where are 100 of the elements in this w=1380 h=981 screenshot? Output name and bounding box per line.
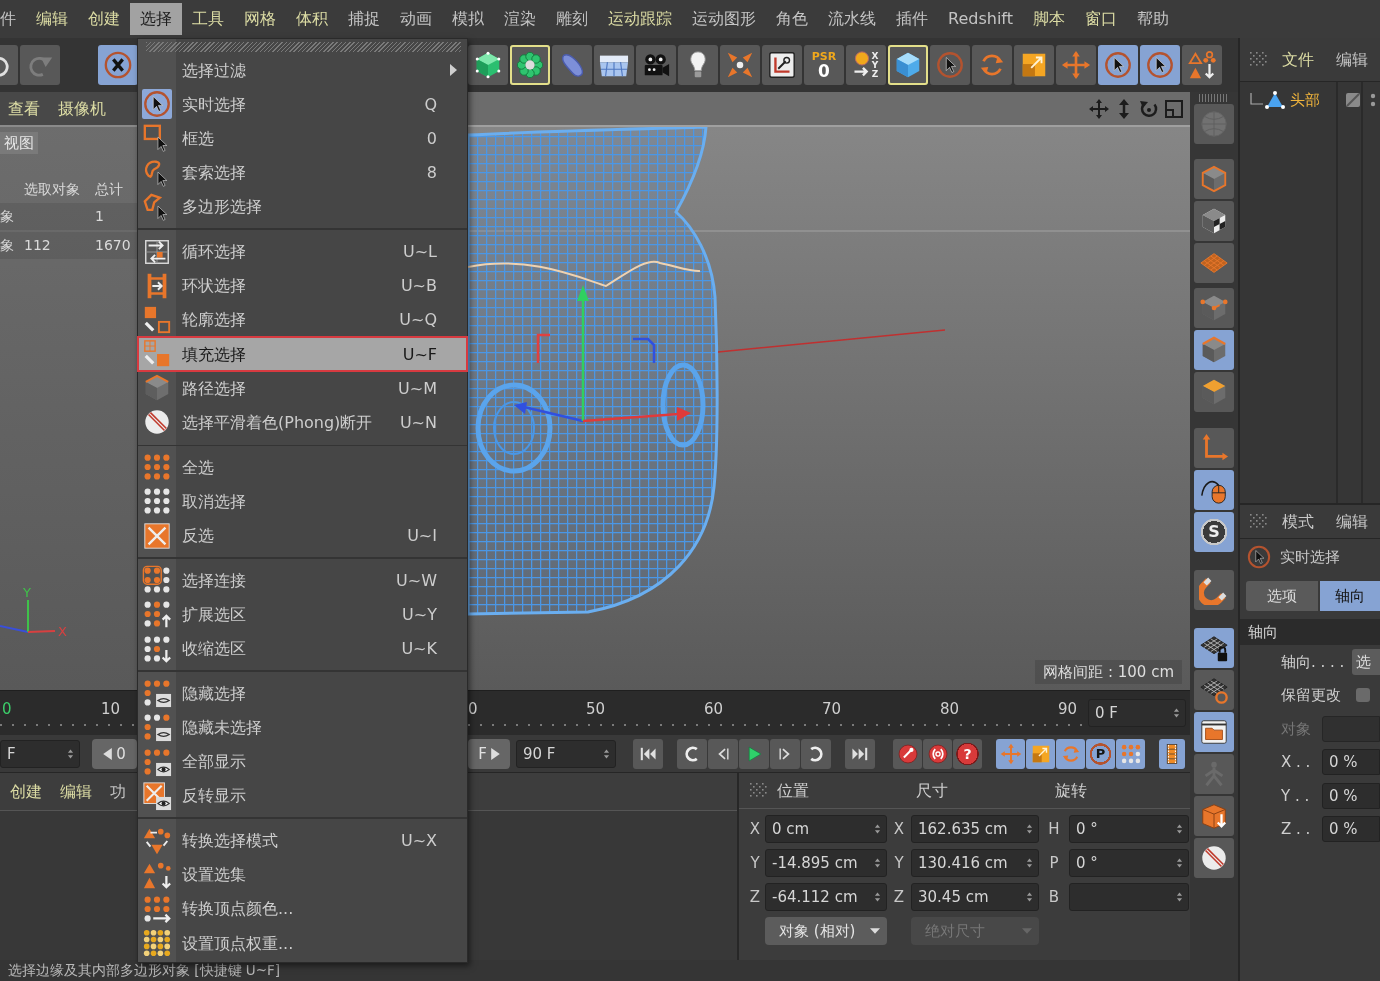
- coordinate-field[interactable]: 130.416 cm: [911, 849, 1039, 877]
- menu-bar-item[interactable]: Redshift: [938, 3, 1023, 35]
- toolbar-button[interactable]: [1116, 738, 1145, 769]
- viewport-menu-item[interactable]: 查看: [8, 98, 40, 119]
- menu-item[interactable]: 转换顶点颜色...: [138, 891, 467, 926]
- tab[interactable]: 选项: [1246, 581, 1318, 611]
- coordinate-field[interactable]: 162.635 cm: [911, 815, 1039, 843]
- menu-item[interactable]: 反选 U~I: [138, 518, 467, 553]
- menu-bar-item[interactable]: 运动跟踪: [598, 3, 682, 35]
- menu-bar-item[interactable]: 编辑: [26, 3, 78, 35]
- menu-item[interactable]: 设置顶点权重...: [138, 926, 467, 961]
- panel-menu-item[interactable]: 编辑: [1336, 49, 1368, 70]
- coordinate-field[interactable]: -14.895 cm: [765, 849, 887, 877]
- menu-bar-item[interactable]: 角色: [766, 3, 818, 35]
- toolbar-button[interactable]: [98, 45, 138, 85]
- tab[interactable]: 轴向: [1320, 581, 1380, 611]
- toolbar-button[interactable]: S: [1194, 512, 1234, 552]
- menu-bar-item[interactable]: 创建: [78, 3, 130, 35]
- menu-bar-item[interactable]: 件: [0, 3, 26, 35]
- toolbar-button[interactable]: [845, 738, 875, 769]
- toolbar-button[interactable]: [594, 45, 634, 85]
- checkbox[interactable]: [1356, 688, 1370, 703]
- menu-item[interactable]: 路径选择 U~M: [138, 371, 467, 406]
- coordinate-field[interactable]: -64.112 cm: [765, 883, 887, 911]
- dropdown[interactable]: 对象 (相对): [765, 917, 887, 945]
- coordinate-field[interactable]: 30.45 cm: [911, 883, 1039, 911]
- previous-frame-button[interactable]: 0: [92, 738, 137, 769]
- end-frame-field[interactable]: 90 F: [516, 739, 616, 768]
- menu-bar-item[interactable]: 捕捉: [338, 3, 390, 35]
- menu-item[interactable]: 循环选择 U~L: [138, 234, 467, 269]
- menu-item[interactable]: 选择连接 U~W: [138, 563, 467, 598]
- menu-item[interactable]: 框选 0: [138, 121, 467, 156]
- menu-bar-item[interactable]: 动画: [390, 3, 442, 35]
- toolbar-button[interactable]: [708, 738, 738, 769]
- toolbar-button[interactable]: [923, 738, 952, 769]
- toolbar-button[interactable]: PSR 0: [804, 45, 844, 85]
- menu-bar-item[interactable]: 帮助: [1126, 3, 1179, 35]
- start-frame-field[interactable]: F: [0, 739, 80, 768]
- z-axis-arrow[interactable]: [514, 402, 584, 423]
- property-button[interactable]: 选: [1352, 648, 1380, 675]
- coordinate-field[interactable]: 0 cm: [765, 815, 887, 843]
- menu-bar-item[interactable]: 脚本: [1022, 3, 1075, 35]
- menu-bar-item[interactable]: 流水线: [818, 3, 886, 35]
- coordinate-field[interactable]: [1069, 883, 1189, 911]
- menu-item[interactable]: 选择平滑着色(Phong)断开 U~N: [138, 405, 467, 440]
- menu-bar-item[interactable]: 模拟: [442, 3, 494, 35]
- toolbar-button[interactable]: [468, 45, 508, 85]
- toolbar-button[interactable]: [633, 738, 663, 769]
- menu-item[interactable]: 多边形选择: [138, 189, 467, 224]
- menu-item[interactable]: 隐藏选择: [138, 676, 467, 711]
- toolbar-button[interactable]: [739, 738, 769, 769]
- menu-item[interactable]: 转换选择模式 U~X: [138, 823, 467, 858]
- menu-item[interactable]: 轮廓选择 U~Q: [138, 302, 467, 337]
- toolbar-button[interactable]: [1194, 201, 1234, 241]
- menu-item[interactable]: 收缩选区 U~K: [138, 631, 467, 666]
- menu-bar-item[interactable]: 窗口: [1074, 3, 1127, 35]
- property-field[interactable]: 0 %: [1322, 782, 1380, 809]
- panel-menu-item[interactable]: 创建: [10, 781, 42, 802]
- menu-bar-item[interactable]: 雕刻: [546, 3, 598, 35]
- panel-menu-item[interactable]: 编辑: [1336, 511, 1368, 532]
- panel-menu-item[interactable]: 功: [110, 781, 126, 802]
- panel-menu-item[interactable]: 编辑: [60, 781, 92, 802]
- menu-item[interactable]: 反转显示: [138, 778, 467, 813]
- axis-handle-mark[interactable]: [633, 337, 656, 363]
- toolbar-button[interactable]: [1159, 738, 1185, 769]
- property-field[interactable]: 0 %: [1322, 816, 1380, 843]
- toolbar-button[interactable]: [1194, 838, 1234, 878]
- menu-item[interactable]: 取消选择: [138, 484, 467, 519]
- panel-menu-item[interactable]: 文件: [1282, 49, 1314, 70]
- property-field[interactable]: 0 %: [1322, 749, 1380, 776]
- menu-item[interactable]: 扩展选区 U~Y: [138, 597, 467, 632]
- object-tree-item[interactable]: 头部: [1240, 88, 1380, 112]
- menu-item[interactable]: 隐藏未选择: [138, 710, 467, 745]
- menu-bar-item[interactable]: 选择: [130, 3, 182, 35]
- toolbar-button[interactable]: [1140, 45, 1180, 85]
- coordinate-field[interactable]: 0 °: [1069, 849, 1189, 877]
- menu-bar-item[interactable]: 渲染: [494, 3, 546, 35]
- toolbar-button[interactable]: [1026, 738, 1055, 769]
- toolbar-button[interactable]: [678, 45, 718, 85]
- menu-item[interactable]: 全部显示: [138, 744, 467, 779]
- toolbar-button[interactable]: [770, 738, 800, 769]
- toolbar-button[interactable]: XYZ: [846, 45, 886, 85]
- toolbar-button[interactable]: [677, 738, 707, 769]
- menu-bar-item[interactable]: 体积: [286, 3, 338, 35]
- menu-item[interactable]: 设置选集: [138, 857, 467, 892]
- menu-item[interactable]: 填充选择 U~F: [138, 337, 467, 372]
- current-frame-field[interactable]: 0 F: [1088, 699, 1186, 727]
- toolbar-button[interactable]: ?: [953, 738, 982, 769]
- menu-item[interactable]: 套索选择 8: [138, 155, 467, 190]
- toolbar-button[interactable]: [762, 45, 802, 85]
- axis-handle-mark[interactable]: [536, 333, 550, 363]
- coordinate-field[interactable]: 0 °: [1069, 815, 1189, 843]
- toolbar-button[interactable]: [1194, 712, 1234, 752]
- next-frame-button[interactable]: F: [468, 738, 510, 769]
- menu-bar-item[interactable]: 插件: [886, 3, 938, 35]
- toolbar-grip[interactable]: [1199, 94, 1229, 102]
- menu-item[interactable]: 选择过滤: [138, 53, 467, 88]
- menu-bar-item[interactable]: 工具: [182, 3, 234, 35]
- menu-item[interactable]: 实时选择 Q: [138, 87, 467, 122]
- toolbar-button[interactable]: [1098, 45, 1138, 85]
